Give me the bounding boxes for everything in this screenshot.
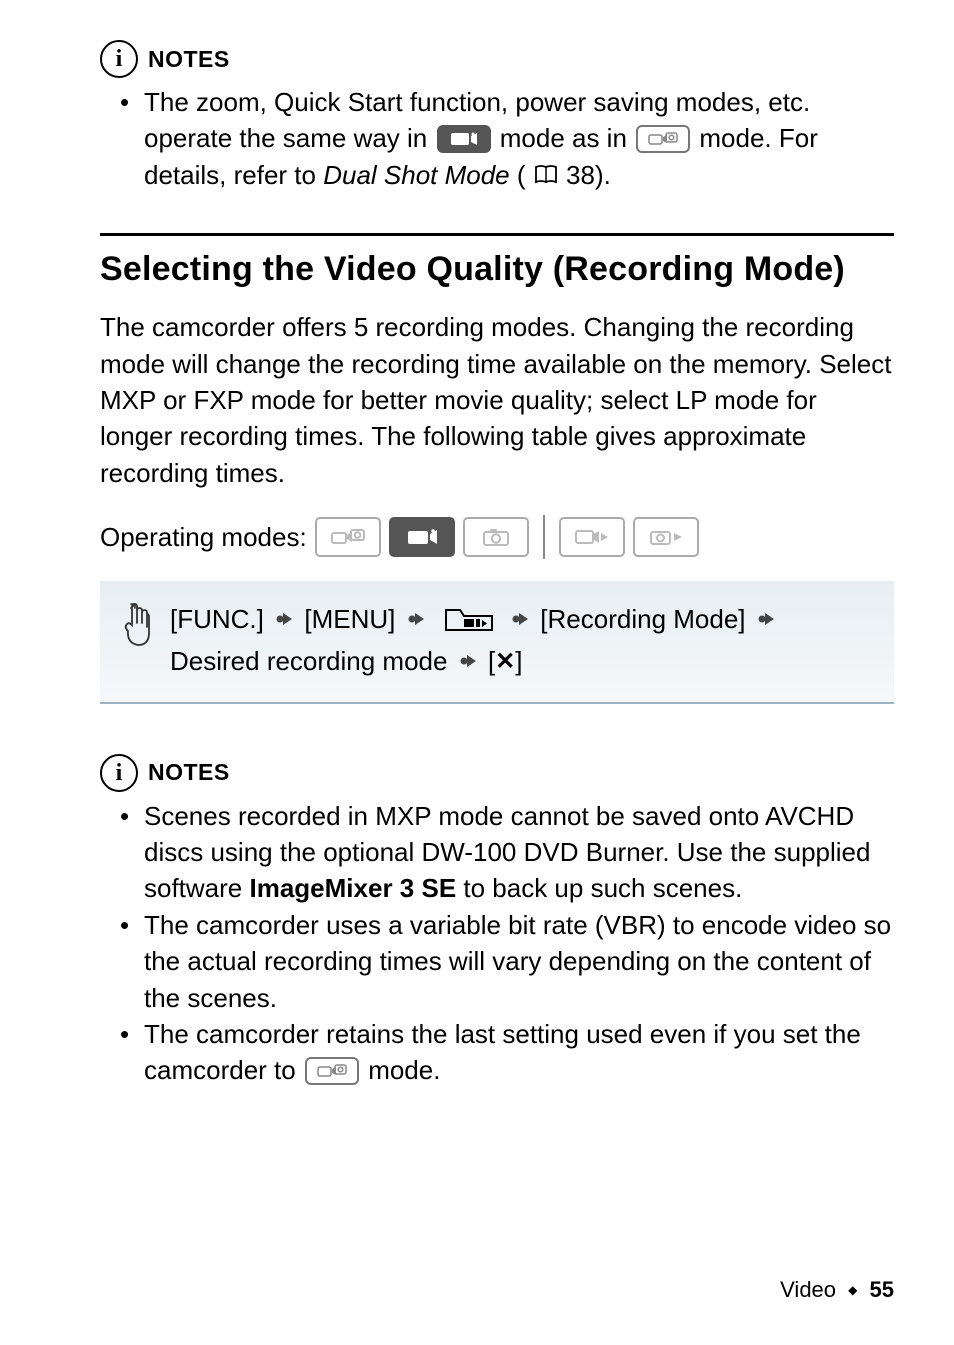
dual-shot-icon — [315, 517, 381, 557]
arrow-icon — [275, 599, 293, 639]
procedure-text: [FUNC.] [MENU] [Recording Mode] — [170, 599, 779, 684]
procedure-box: [FUNC.] [MENU] [Recording Mode] — [100, 581, 894, 704]
book-icon — [533, 164, 559, 186]
notes-list: The zoom, Quick Start function, power sa… — [100, 84, 894, 193]
info-icon: i — [100, 754, 138, 792]
info-icon: i — [100, 40, 138, 78]
hand-icon — [118, 601, 156, 660]
proc-step: ] — [515, 646, 522, 676]
notes-list: Scenes recorded in MXP mode cannot be sa… — [100, 798, 894, 1089]
dual-shot-icon — [305, 1057, 359, 1085]
notes-header: i NOTES — [100, 754, 894, 792]
note-item: The camcorder uses a variable bit rate (… — [144, 907, 894, 1016]
arrow-icon — [459, 641, 477, 681]
notes-label: NOTES — [148, 46, 230, 73]
proc-step: [FUNC.] — [170, 604, 264, 634]
operating-modes-row: Operating modes: — [100, 515, 894, 559]
proc-step: Desired recording mode — [170, 646, 447, 676]
operating-modes-label: Operating modes: — [100, 522, 307, 553]
footer-section: Video — [780, 1277, 836, 1302]
page-footer: Video ◆ 55 — [780, 1277, 894, 1303]
arrow-icon — [407, 599, 425, 639]
note-ref: Dual Shot Mode — [323, 160, 509, 190]
notes-label: NOTES — [148, 759, 230, 786]
page-number: 55 — [870, 1277, 894, 1302]
note-text: mode. — [368, 1055, 440, 1085]
proc-step: [Recording Mode] — [540, 604, 745, 634]
close-icon: ✕ — [495, 643, 515, 680]
note-text: The camcorder retains the last setting u… — [144, 1019, 861, 1085]
arrow-icon — [757, 599, 775, 639]
video-camera-icon — [437, 125, 491, 153]
section-body: The camcorder offers 5 recording modes. … — [100, 309, 894, 491]
note-text: The camcorder uses a variable bit rate (… — [144, 910, 891, 1013]
software-name: ImageMixer 3 SE — [250, 873, 457, 903]
notes-header: i NOTES — [100, 40, 894, 78]
dual-shot-icon — [636, 125, 690, 153]
note-text: 38). — [566, 160, 611, 190]
proc-step: [MENU] — [304, 604, 395, 634]
proc-step: [ — [488, 646, 495, 676]
note-item: The camcorder retains the last setting u… — [144, 1016, 894, 1089]
mode-separator — [543, 515, 545, 559]
note-text: mode as in — [500, 123, 634, 153]
playback-video-icon — [559, 517, 625, 557]
photo-camera-icon — [463, 517, 529, 557]
section-title: Selecting the Video Quality (Recording M… — [100, 250, 894, 289]
playback-photo-icon — [633, 517, 699, 557]
manual-page: i NOTES The zoom, Quick Start function, … — [0, 0, 954, 1345]
note-item: Scenes recorded in MXP mode cannot be sa… — [144, 798, 894, 907]
note-text: ( — [517, 160, 526, 190]
video-camera-icon — [389, 517, 455, 557]
diamond-separator: ◆ — [848, 1283, 857, 1297]
recording-tab-icon — [438, 604, 498, 634]
note-text: to back up such scenes. — [456, 873, 742, 903]
arrow-icon — [511, 599, 529, 639]
section-divider — [100, 233, 894, 236]
note-item: The zoom, Quick Start function, power sa… — [144, 84, 894, 193]
